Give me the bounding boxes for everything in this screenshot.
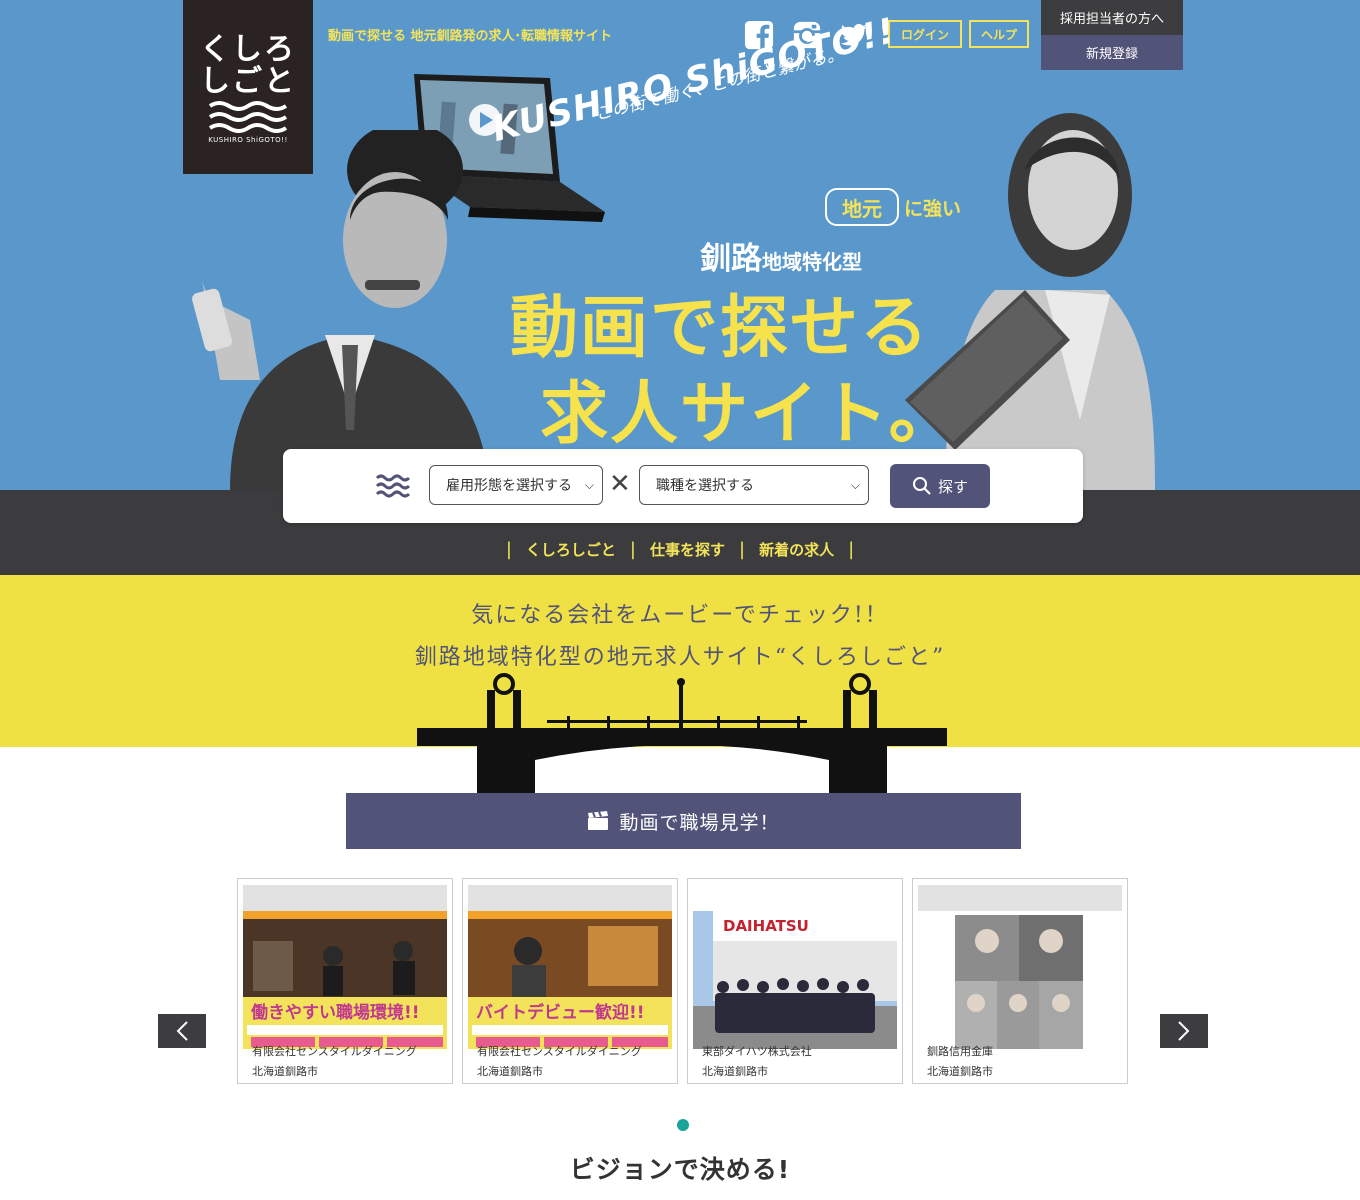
bridge-silhouette	[417, 673, 947, 795]
nav-divider: |	[505, 538, 512, 560]
car-dealer-staff-image: DAIHATSU	[693, 911, 897, 1049]
businessman-image	[192, 130, 490, 490]
main-nav: | くしろしごと | 仕事を探す | 新着の求人 |	[0, 536, 1360, 562]
clapperboard-icon	[588, 811, 609, 830]
card-city: 北海道釧路市	[477, 1065, 543, 1078]
wave-icon	[375, 474, 411, 498]
card-thumbnail: バイトデビュー歓迎!!	[468, 911, 672, 1049]
dealer-sign: DAIHATSU	[723, 917, 809, 935]
search-box: 雇用形態を選択する ⌵ ✕ 職種を選択する ⌵ 探す	[283, 449, 1083, 523]
card-topbar	[243, 885, 447, 911]
card-company: 有限会社センスタイルダイニング	[252, 1045, 417, 1058]
job-card[interactable]: 働きやすい職場環境!! 有限会社センスタイルダイニング 北海道釧路市	[237, 878, 453, 1084]
card-topbar	[468, 885, 672, 911]
vision-heading: ビジョンで決める!	[569, 1155, 791, 1184]
job-card[interactable]: バイトデビュー歓迎!! 有限会社センスタイルダイニング 北海道釧路市	[462, 878, 678, 1084]
chevron-down-icon: ⌵	[584, 478, 594, 492]
carousel-prev-button[interactable]	[158, 1014, 206, 1048]
card-city: 北海道釧路市	[702, 1065, 768, 1078]
search-icon	[912, 477, 931, 495]
carousel-next-button[interactable]	[1160, 1014, 1208, 1048]
card-company: 釧路信用金庫	[927, 1045, 993, 1058]
employment-type-select[interactable]: 雇用形態を選択する ⌵	[429, 465, 603, 505]
help-button[interactable]: ヘルプ	[969, 20, 1029, 48]
job-card[interactable]: 釧路信用金庫 北海道釧路市	[912, 878, 1128, 1084]
job-type-select[interactable]: 職種を選択する ⌵	[639, 465, 869, 505]
intro-line-1: 気になる会社をムービーでチェック!！	[471, 603, 889, 628]
nav-item-find-jobs[interactable]: 仕事を探す	[650, 539, 725, 560]
chevron-left-icon	[176, 1021, 188, 1041]
card-thumbnail	[918, 911, 1122, 1049]
search-button-label: 探す	[937, 477, 968, 496]
card-thumbnail: 働きやすい職場環境!!	[243, 911, 447, 1049]
job-card[interactable]: DAIHATSU 東部ダイハツ株式会社 北海道釧路市	[687, 878, 903, 1084]
nav-item-home[interactable]: くしろしごと	[526, 539, 616, 560]
nav-divider: |	[629, 538, 636, 560]
nav-divider: |	[739, 538, 746, 560]
card-topbar	[918, 885, 1122, 911]
card-company: 有限会社センスタイルダイニング	[477, 1045, 642, 1058]
register-button[interactable]: 新規登録	[1041, 35, 1183, 70]
card-city: 北海道釧路市	[252, 1065, 318, 1078]
region-sub: 地域特化型	[762, 250, 862, 274]
local-badge-suffix: に強い	[904, 198, 962, 220]
login-button[interactable]: ログイン	[888, 20, 962, 48]
bank-staff-image	[918, 911, 1122, 1049]
search-button[interactable]: 探す	[890, 464, 990, 508]
logo-line1: くしろ	[200, 32, 296, 67]
local-badge: 地元	[825, 188, 899, 226]
chevron-down-icon: ⌵	[850, 478, 860, 492]
wave-icon	[208, 101, 288, 133]
hero-headline-2: 求人サイト。	[540, 375, 959, 454]
recruiter-menu: 採用担当者の方へ 新規登録	[1041, 0, 1183, 70]
site-tagline: 動画で探せる 地元釧路発の求人･転職情報サイト	[328, 29, 613, 44]
card-topbar	[693, 885, 897, 911]
card-city: 北海道釧路市	[927, 1065, 993, 1078]
recruiter-link[interactable]: 採用担当者の方へ	[1041, 0, 1183, 35]
chevron-right-icon	[1178, 1021, 1190, 1041]
card-banner: バイトデビュー歓迎!!	[476, 1002, 645, 1023]
job-type-value: 職種を選択する	[656, 478, 754, 494]
cross-icon: ✕	[609, 469, 631, 499]
video-section-title: 動画で職場見学！	[619, 811, 780, 834]
nav-item-new-jobs[interactable]: 新着の求人	[759, 539, 834, 560]
nav-divider: |	[848, 538, 855, 560]
card-thumbnail: DAIHATSU	[693, 911, 897, 1049]
employment-type-value: 雇用形態を選択する	[446, 478, 572, 494]
restaurant-kitchen-image: 働きやすい職場環境!!	[243, 911, 447, 1049]
video-section-header: 動画で職場見学！	[346, 793, 1021, 849]
carousel-dot[interactable]	[677, 1119, 689, 1131]
restaurant-staff-image: バイトデビュー歓迎!!	[468, 911, 672, 1049]
hero-section: くしろ しごと KUSHIRO ShiGOTO!! 動画で探せる 地元釧路発の求…	[0, 0, 1360, 490]
card-banner: 働きやすい職場環境!!	[250, 1002, 420, 1023]
card-company: 東部ダイハツ株式会社	[702, 1045, 812, 1058]
hero-headline-1: 動画で探せる	[510, 289, 931, 368]
logo-line2: しごと	[200, 64, 296, 99]
intro-line-2: 釧路地域特化型の地元求人サイト“くしろしごと”	[414, 645, 946, 670]
